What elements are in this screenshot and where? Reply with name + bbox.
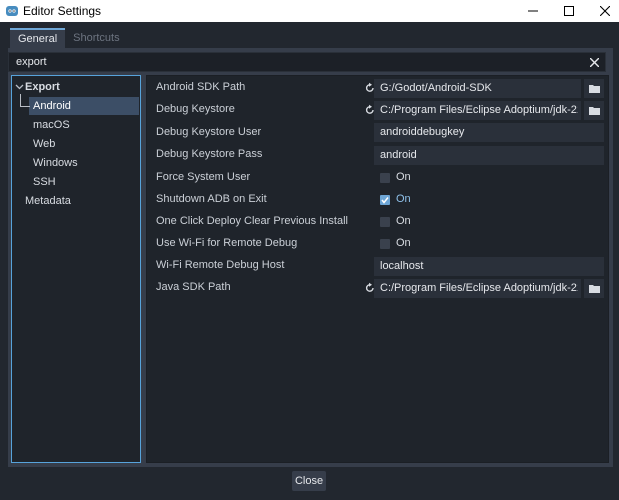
minimize-button[interactable] — [515, 0, 551, 22]
folder-icon — [588, 107, 600, 115]
setting-label-wifi-remote-debug: Use Wi-Fi for Remote Debug — [156, 237, 298, 249]
android-sdk-path-value: G:/Godot/Android-SDK — [380, 82, 492, 94]
folder-icon — [588, 285, 600, 293]
setting-label-debug-keystore-user: Debug Keystore User — [156, 126, 262, 138]
tree-item-metadata[interactable]: Metadata — [25, 192, 71, 210]
wifi-remote-host-field[interactable]: localhost — [374, 257, 604, 276]
settings-inspector: Android SDK Path G:/Godot/Android-SDK De… — [146, 75, 609, 463]
android-sdk-path-field[interactable]: G:/Godot/Android-SDK — [374, 79, 581, 98]
tab-shortcuts[interactable]: Shortcuts — [65, 28, 127, 48]
wifi-remote-debug-checkbox[interactable] — [380, 239, 390, 249]
force-system-user-checkbox[interactable] — [380, 173, 390, 183]
godot-icon — [6, 6, 18, 16]
close-window-button[interactable] — [587, 0, 619, 22]
maximize-button[interactable] — [551, 0, 587, 22]
shutdown-adb-checkbox[interactable] — [380, 195, 390, 205]
debug-keystore-pass-value: android — [380, 149, 417, 161]
setting-label-debug-keystore: Debug Keystore — [156, 103, 235, 115]
folder-icon — [588, 85, 600, 93]
clear-search-button[interactable] — [587, 54, 601, 70]
java-sdk-path-field[interactable]: C:/Program Files/Eclipse Adoptium/jdk-21… — [374, 279, 581, 298]
maximize-icon — [564, 6, 574, 16]
tree-item-ssh[interactable]: SSH — [33, 173, 56, 191]
section-tree: Export Android macOS Web Windows SSH Met… — [11, 75, 141, 463]
setting-label-debug-keystore-pass: Debug Keystore Pass — [156, 148, 263, 160]
debug-keystore-pass-field[interactable]: android — [374, 146, 604, 165]
debug-keystore-user-value: androiddebugkey — [380, 126, 465, 138]
close-icon — [589, 57, 599, 67]
close-button[interactable]: Close — [292, 471, 326, 491]
browse-file-button[interactable] — [584, 101, 604, 120]
shutdown-adb-label: On — [396, 193, 411, 205]
debug-keystore-field[interactable]: C:/Program Files/Eclipse Adoptium/jdk-21… — [374, 101, 581, 120]
window-title: Editor Settings — [23, 4, 102, 18]
debug-keystore-user-field[interactable]: androiddebugkey — [374, 123, 604, 142]
one-click-deploy-checkbox[interactable] — [380, 217, 390, 227]
browse-folder-button[interactable] — [584, 279, 604, 298]
setting-label-force-system-user: Force System User — [156, 171, 251, 183]
search-input[interactable]: export — [8, 52, 606, 72]
force-system-user-label: On — [396, 171, 411, 183]
title-bar: Editor Settings — [0, 0, 619, 22]
setting-label-shutdown-adb: Shutdown ADB on Exit — [156, 193, 267, 205]
tree-item-windows[interactable]: Windows — [33, 154, 78, 172]
setting-label-java-sdk-path: Java SDK Path — [156, 281, 231, 293]
minimize-icon — [528, 10, 538, 12]
setting-label-wifi-remote-host: Wi-Fi Remote Debug Host — [156, 259, 285, 271]
wifi-remote-host-value: localhost — [380, 260, 424, 272]
tab-bar: General Shortcuts — [10, 28, 128, 48]
tab-general[interactable]: General — [10, 28, 66, 48]
chevron-down-icon[interactable] — [15, 82, 24, 91]
tree-item-export[interactable]: Export — [25, 78, 60, 96]
browse-folder-button[interactable] — [584, 79, 604, 98]
wifi-remote-debug-label: On — [396, 237, 411, 249]
checkmark-icon — [381, 197, 389, 204]
tree-connector — [20, 106, 30, 107]
close-icon — [600, 6, 610, 16]
tree-item-web[interactable]: Web — [33, 135, 55, 153]
one-click-deploy-label: On — [396, 215, 411, 227]
java-sdk-path-value: C:/Program Files/Eclipse Adoptium/jdk-21… — [380, 282, 578, 294]
tree-item-macos[interactable]: macOS — [33, 116, 70, 134]
setting-label-android-sdk-path: Android SDK Path — [156, 81, 246, 93]
setting-label-one-click-deploy: One Click Deploy Clear Previous Install — [156, 215, 348, 227]
debug-keystore-value: C:/Program Files/Eclipse Adoptium/jdk-21… — [380, 104, 578, 116]
search-value: export — [16, 56, 47, 68]
tree-item-android[interactable]: Android — [33, 97, 71, 115]
